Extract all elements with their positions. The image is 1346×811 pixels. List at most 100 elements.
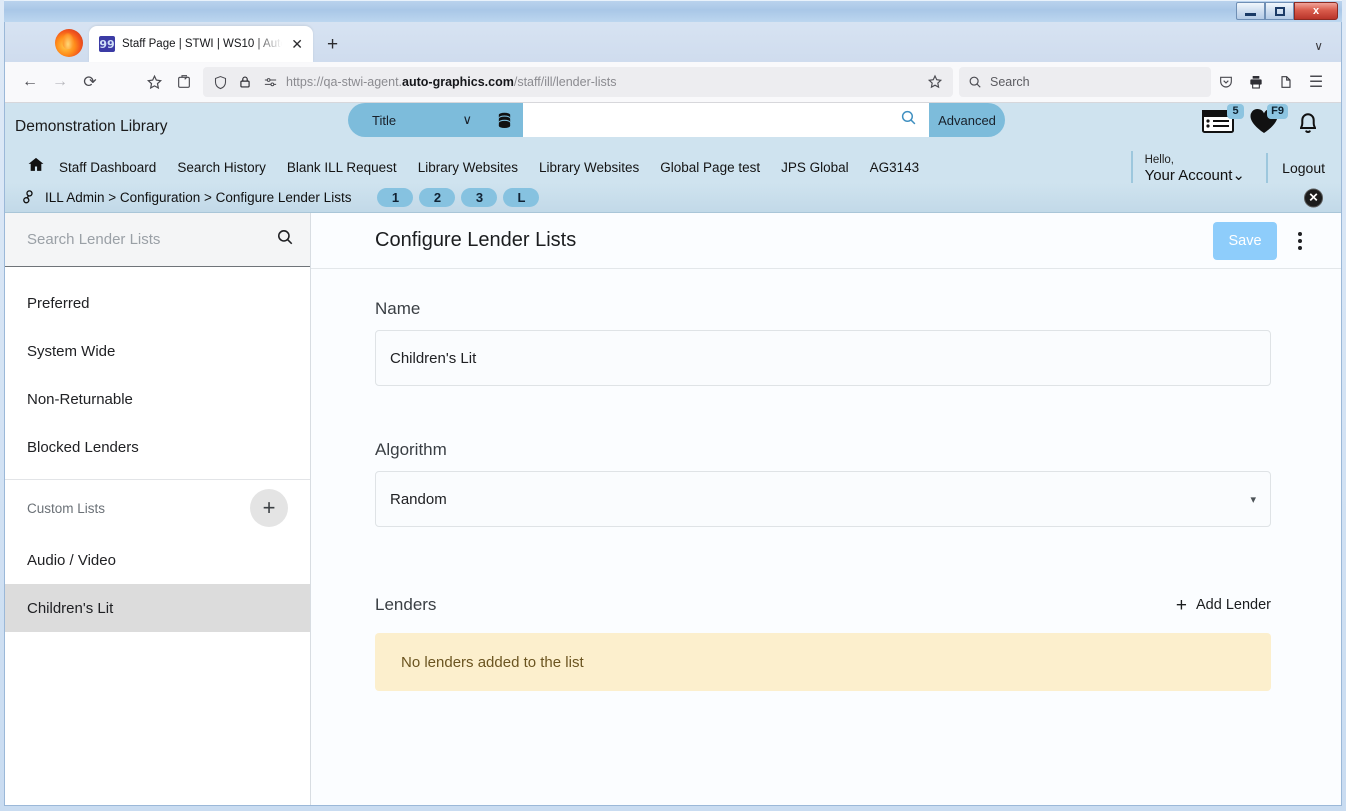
bookmark-star-icon[interactable] (925, 67, 945, 97)
lenders-label: Lenders (375, 595, 437, 614)
window-titlebar: x (4, 0, 1342, 22)
save-to-pocket-icon[interactable] (169, 67, 199, 97)
name-field[interactable] (375, 330, 1271, 386)
pocket-icon[interactable] (1211, 67, 1241, 97)
more-options-icon[interactable] (1283, 222, 1317, 260)
pill-2[interactable]: 2 (419, 188, 456, 207)
lenders-section-header: Lenders + Add Lender (375, 595, 1271, 615)
back-icon[interactable]: ← (15, 67, 45, 97)
search-icon[interactable] (276, 228, 294, 251)
lender-list-scroll: Preferred System Wide Non-Returnable Blo… (5, 267, 310, 805)
main-panel: Configure Lender Lists Save Name Childre… (311, 213, 1341, 805)
primary-nav: Staff Dashboard Search History Blank ILL… (5, 151, 1341, 187)
list-all-tabs-icon[interactable]: ∨ (1314, 39, 1323, 53)
forward-icon[interactable]: → (45, 67, 75, 97)
chevron-down-icon: ▾ (1250, 493, 1256, 506)
save-button[interactable]: Save (1213, 221, 1277, 260)
sidebar-item-audio-video[interactable]: Audio / Video (5, 536, 310, 584)
list-item-label: Audio / Video (27, 551, 116, 569)
nav-link-jps-global[interactable]: JPS Global (781, 160, 849, 175)
favorites-heart-icon[interactable]: F9 (1249, 104, 1288, 140)
plus-icon: + (1175, 594, 1188, 616)
home-icon[interactable] (27, 156, 45, 178)
tab-title: Staff Page | STWI | WS10 | Auto- (122, 38, 283, 50)
nav-link-search-history[interactable]: Search History (177, 160, 266, 175)
logout-link[interactable]: Logout (1282, 160, 1325, 176)
add-custom-list-button[interactable]: + (250, 489, 288, 527)
shield-icon[interactable] (211, 67, 229, 97)
pill-3[interactable]: 3 (461, 188, 498, 207)
site-permissions-icon[interactable] (261, 67, 279, 97)
nav-link-global-page-test[interactable]: Global Page test (660, 160, 760, 175)
nav-link-library-websites-2[interactable]: Library Websites (539, 160, 639, 175)
empty-lenders-message: No lenders added to the list (401, 653, 584, 671)
window-controls: x (1236, 2, 1338, 20)
window-minimize-button[interactable] (1236, 2, 1265, 20)
form-area: Name Algorithm Random ▾ (311, 269, 1341, 805)
lock-icon[interactable] (236, 67, 254, 97)
add-lender-button[interactable]: + Add Lender (1176, 596, 1271, 615)
url-prefix: https://qa-stwi-agent. (286, 75, 403, 89)
nav-link-ag3143[interactable]: AG3143 (870, 160, 920, 175)
browser-tabstrip: 99 Staff Page | STWI | WS10 | Auto- ✕ + … (5, 22, 1341, 62)
minimize-icon (1245, 12, 1256, 16)
pill-l[interactable]: L (503, 188, 540, 207)
requests-icon[interactable]: 5 (1201, 104, 1244, 140)
sidebar-item-childrens-lit[interactable]: Children's Lit (5, 584, 310, 632)
sidebar-item-non-returnable[interactable]: Non-Returnable (5, 375, 310, 423)
new-tab-button[interactable]: + (327, 35, 338, 54)
notifications-bell-icon[interactable] (1293, 107, 1323, 142)
sidebar-item-system-wide[interactable]: System Wide (5, 327, 310, 375)
browser-tab[interactable]: 99 Staff Page | STWI | WS10 | Auto- ✕ (89, 26, 313, 62)
url-text: https://qa-stwi-agent.auto-graphics.com/… (286, 75, 918, 89)
field-spacer (375, 396, 1271, 440)
print-icon[interactable] (1241, 67, 1271, 97)
body-area: Preferred System Wide Non-Returnable Blo… (5, 213, 1341, 805)
search-lender-lists-input[interactable] (27, 231, 276, 248)
add-lender-label: Add Lender (1196, 597, 1271, 613)
url-bar[interactable]: https://qa-stwi-agent.auto-graphics.com/… (203, 67, 953, 97)
search-icon (969, 76, 981, 88)
sidebar-search[interactable] (5, 213, 310, 267)
header-icon-group: 5 F9 (1201, 104, 1327, 142)
close-icon[interactable]: ✕ (1304, 188, 1323, 207)
account-label: Your Account (1144, 167, 1233, 184)
search-scope-select[interactable]: Title ∨ (348, 103, 485, 137)
algorithm-field-block: Algorithm Random ▾ (375, 440, 1271, 527)
nav-link-library-websites-1[interactable]: Library Websites (418, 160, 518, 175)
app-menu-icon[interactable]: ☰ (1301, 67, 1331, 97)
chevron-down-icon: ∨ (462, 112, 472, 127)
pill-1[interactable]: 1 (377, 188, 414, 207)
tab-close-icon[interactable]: ✕ (289, 37, 305, 51)
search-icon[interactable] (900, 109, 921, 131)
account-block[interactable]: Hello, Your Account⌄ (1130, 151, 1245, 187)
browser-search-bar[interactable]: Search (959, 67, 1211, 97)
sidebar-item-preferred[interactable]: Preferred (5, 279, 310, 327)
database-icon[interactable] (485, 103, 523, 137)
global-search-input[interactable] (533, 112, 900, 128)
firefox-logo-icon (55, 29, 83, 57)
library-name: Demonstration Library (15, 118, 168, 135)
sidebar-item-blocked-lenders[interactable]: Blocked Lenders (5, 423, 310, 471)
window-close-button[interactable]: x (1294, 2, 1338, 20)
browser-chrome: 99 Staff Page | STWI | WS10 | Auto- ✕ + … (4, 22, 1342, 806)
algorithm-select[interactable]: Random ▾ (375, 471, 1271, 527)
extensions-icon[interactable] (1271, 67, 1301, 97)
account-menu[interactable]: Your Account⌄ (1145, 167, 1245, 184)
global-search-group: Title ∨ Advanced (348, 103, 1005, 137)
reload-icon[interactable]: ⟳ (75, 67, 105, 97)
link-icon (18, 186, 38, 208)
name-input[interactable] (390, 349, 1256, 367)
nav-link-blank-ill-request[interactable]: Blank ILL Request (287, 160, 397, 175)
logout-block[interactable]: Logout (1266, 153, 1325, 183)
bookmark-add-icon[interactable] (139, 67, 169, 97)
favorites-badge: F9 (1267, 104, 1288, 119)
browser-search-placeholder: Search (990, 75, 1030, 89)
lender-lists-sidebar: Preferred System Wide Non-Returnable Blo… (5, 213, 311, 805)
global-search-field[interactable] (523, 103, 929, 137)
window-restore-button[interactable] (1265, 2, 1294, 20)
nav-link-staff-dashboard[interactable]: Staff Dashboard (59, 160, 156, 175)
breadcrumb-bar: ILL Admin > Configuration > Configure Le… (5, 183, 1341, 213)
chevron-down-icon: ⌄ (1232, 167, 1245, 184)
advanced-search-button[interactable]: Advanced (929, 103, 1005, 137)
